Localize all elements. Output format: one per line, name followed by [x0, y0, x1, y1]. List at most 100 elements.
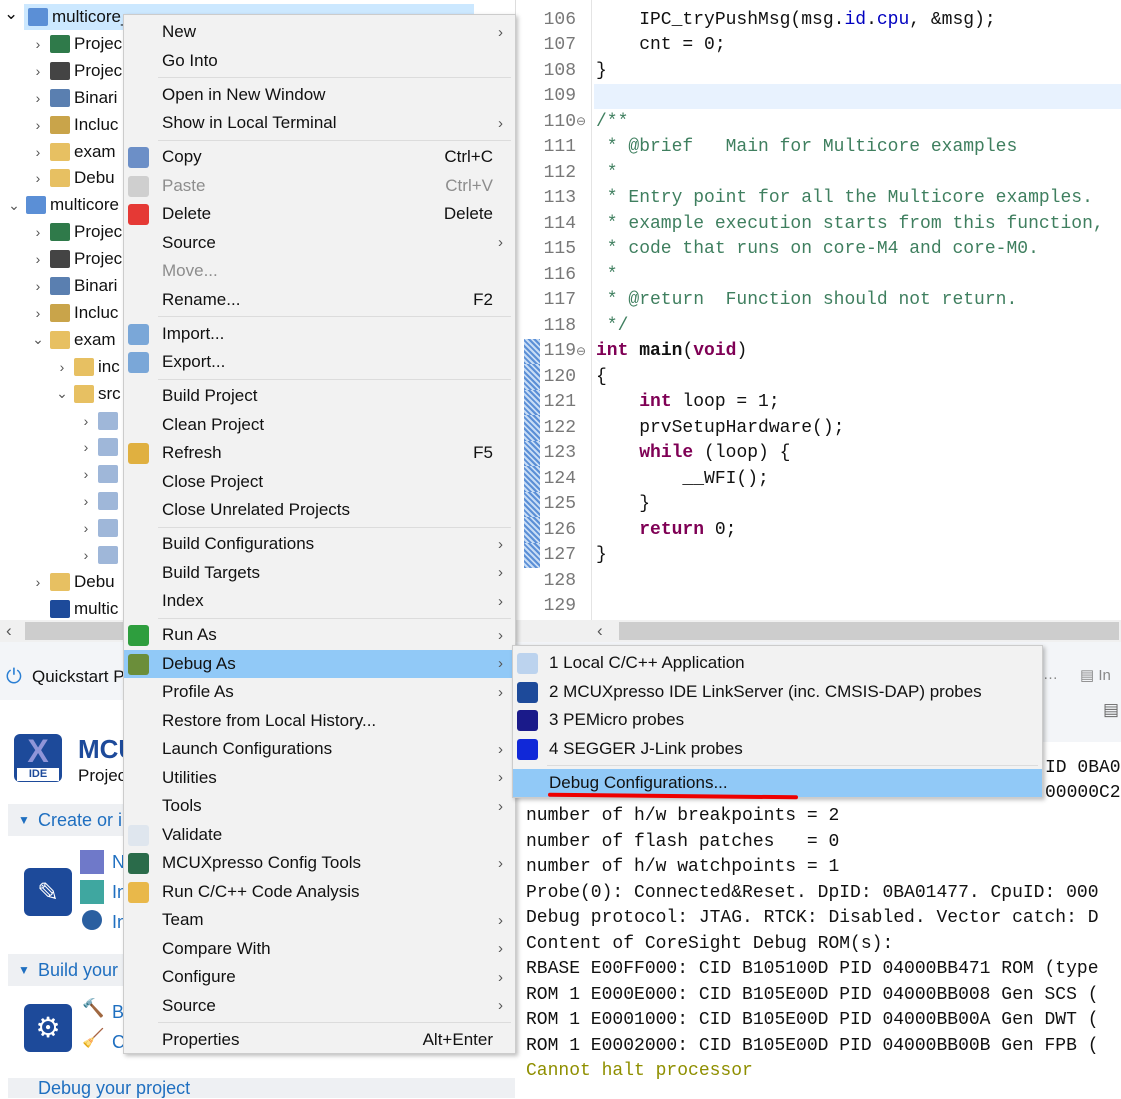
- menu-item-run-c-c-code-analysis[interactable]: Run C/C++ Code Analysis: [124, 878, 515, 907]
- menu-item-source[interactable]: Source ›: [124, 992, 515, 1021]
- chevron-right-icon[interactable]: ›: [78, 520, 94, 536]
- menu-item-tools[interactable]: Tools ›: [124, 792, 515, 821]
- code-line[interactable]: 115 * code that runs on core-M4 and core…: [516, 237, 1121, 263]
- chevron-right-icon[interactable]: ›: [30, 63, 46, 79]
- chevron-right-icon[interactable]: ›: [54, 359, 70, 375]
- menu-item-properties[interactable]: Properties Alt+Enter: [124, 1026, 515, 1055]
- code-editor[interactable]: 106 IPC_tryPushMsg(msg.id.cpu, &msg); 107…: [515, 0, 1121, 620]
- menu-item-rename[interactable]: Rename... F2: [124, 286, 515, 315]
- menu-item-launch-configurations[interactable]: Launch Configurations ›: [124, 735, 515, 764]
- chevron-right-icon[interactable]: ›: [30, 36, 46, 52]
- tree-item[interactable]: › Projec: [30, 219, 122, 245]
- menu-item-2-mcuxpresso-ide-linkserver-inc-cmsis-dap-probes[interactable]: 2 MCUXpresso IDE LinkServer (inc. CMSIS-…: [513, 678, 1042, 707]
- scroll-left-icon[interactable]: ‹: [597, 621, 603, 641]
- tree-item[interactable]: ⌄ multicore: [6, 192, 119, 218]
- menu-item-close-project[interactable]: Close Project: [124, 468, 515, 497]
- code-line[interactable]: 107 cnt = 0;: [516, 33, 1121, 59]
- code-line[interactable]: 120{: [516, 364, 1121, 390]
- code-line[interactable]: 106 IPC_tryPushMsg(msg.id.cpu, &msg);: [516, 7, 1121, 33]
- code-line[interactable]: 127}: [516, 542, 1121, 568]
- menu-item-configure[interactable]: Configure ›: [124, 963, 515, 992]
- code-line[interactable]: 109: [516, 83, 1121, 109]
- chevron-down-icon[interactable]: ⌄: [54, 385, 70, 402]
- tree-item[interactable]: › Binari: [30, 273, 117, 299]
- quickstart-tab[interactable]: Quickstart P: [32, 667, 125, 687]
- code-line[interactable]: 117 * @return Function should not return…: [516, 288, 1121, 314]
- chevron-right-icon[interactable]: ›: [30, 305, 46, 321]
- code-line[interactable]: 111 * @brief Main for Multicore examples: [516, 135, 1121, 161]
- code-line[interactable]: 112 *: [516, 160, 1121, 186]
- chevron-right-icon[interactable]: ›: [30, 170, 46, 186]
- chevron-right-icon[interactable]: ›: [30, 144, 46, 160]
- tree-item[interactable]: › Binari: [30, 85, 117, 111]
- chevron-right-icon[interactable]: ›: [78, 547, 94, 563]
- code-line[interactable]: 108}: [516, 58, 1121, 84]
- menu-item-validate[interactable]: Validate: [124, 821, 515, 850]
- chevron-right-icon[interactable]: ›: [78, 439, 94, 455]
- menu-item-import[interactable]: Import...: [124, 320, 515, 349]
- menu-item-build-configurations[interactable]: Build Configurations ›: [124, 530, 515, 559]
- memory-icon[interactable]: ▤ In: [1080, 666, 1111, 684]
- editor-horizontal-scrollbar[interactable]: ‹: [515, 620, 1121, 642]
- tree-item[interactable]: › inc: [54, 354, 120, 380]
- tree-item[interactable]: › Projec: [30, 58, 122, 84]
- tree-item[interactable]: ⌄ src: [54, 381, 121, 407]
- menu-item-mcuxpresso-config-tools[interactable]: MCUXpresso Config Tools ›: [124, 849, 515, 878]
- menu-item-close-unrelated-projects[interactable]: Close Unrelated Projects: [124, 496, 515, 525]
- code-line[interactable]: 129: [516, 594, 1121, 620]
- code-line[interactable]: 110 ⊖ /**: [516, 109, 1121, 135]
- tree-item[interactable]: ›: [78, 461, 122, 487]
- menu-item-compare-with[interactable]: Compare With ›: [124, 935, 515, 964]
- code-line[interactable]: 126 return 0;: [516, 517, 1121, 543]
- menu-item-refresh[interactable]: Refresh F5: [124, 439, 515, 468]
- menu-item-source[interactable]: Source ›: [124, 229, 515, 258]
- tree-item[interactable]: › exam: [30, 139, 116, 165]
- menu-item-restore-from-local-history[interactable]: Restore from Local History...: [124, 707, 515, 736]
- code-line[interactable]: 114 * example execution starts from this…: [516, 211, 1121, 237]
- chevron-right-icon[interactable]: ›: [78, 466, 94, 482]
- menu-item-copy[interactable]: Copy Ctrl+C: [124, 143, 515, 172]
- menu-item-clean-project[interactable]: Clean Project: [124, 411, 515, 440]
- tree-item[interactable]: ›: [78, 434, 122, 460]
- chevron-down-icon[interactable]: ⌄: [6, 197, 22, 214]
- tree-item[interactable]: ›: [78, 488, 122, 514]
- menu-item-4-segger-j-link-probes[interactable]: 4 SEGGER J-Link probes: [513, 735, 1042, 764]
- code-line[interactable]: 124 __WFI();: [516, 466, 1121, 492]
- chevron-right-icon[interactable]: ›: [30, 278, 46, 294]
- code-line[interactable]: 118 */: [516, 313, 1121, 339]
- fold-collapse-icon[interactable]: ⊖: [576, 114, 586, 129]
- chevron-right-icon[interactable]: ›: [30, 224, 46, 240]
- tree-item[interactable]: ⌄ exam: [30, 327, 116, 353]
- debug-section-header[interactable]: Debug your project: [8, 1078, 515, 1098]
- tree-item[interactable]: ›: [78, 515, 122, 541]
- menu-item-build-targets[interactable]: Build Targets ›: [124, 559, 515, 588]
- tree-item[interactable]: › Incluc: [30, 300, 118, 326]
- tree-item[interactable]: › Projec: [30, 246, 122, 272]
- tree-item[interactable]: › Projec: [30, 31, 122, 57]
- menu-item-build-project[interactable]: Build Project: [124, 382, 515, 411]
- menu-item-export[interactable]: Export...: [124, 348, 515, 377]
- menu-item-1-local-c-c-application[interactable]: 1 Local C/C++ Application: [513, 649, 1042, 678]
- code-line[interactable]: 125 }: [516, 491, 1121, 517]
- menu-item-run-as[interactable]: Run As ›: [124, 621, 515, 650]
- chevron-right-icon[interactable]: ›: [30, 574, 46, 590]
- code-line[interactable]: 121 int loop = 1;: [516, 389, 1121, 415]
- code-line[interactable]: 119 ⊖ int main(void): [516, 338, 1121, 364]
- menu-item-paste[interactable]: Paste Ctrl+V: [124, 172, 515, 201]
- menu-item-utilities[interactable]: Utilities ›: [124, 764, 515, 793]
- chevron-right-icon[interactable]: ›: [78, 493, 94, 509]
- menu-item-3-pemicro-probes[interactable]: 3 PEMicro probes: [513, 706, 1042, 735]
- fold-collapse-icon[interactable]: ⊖: [576, 344, 586, 359]
- tree-item[interactable]: multic: [30, 596, 118, 620]
- scrollbar-thumb[interactable]: [619, 622, 1119, 640]
- tree-item[interactable]: ›: [78, 408, 122, 434]
- code-line[interactable]: 116 *: [516, 262, 1121, 288]
- code-line[interactable]: 122 prvSetupHardware();: [516, 415, 1121, 441]
- chevron-down-icon[interactable]: ⌄: [4, 4, 18, 24]
- chevron-right-icon[interactable]: ›: [30, 90, 46, 106]
- tree-item[interactable]: › Incluc: [30, 112, 118, 138]
- menu-item-show-in-local-terminal[interactable]: Show in Local Terminal ›: [124, 109, 515, 138]
- tree-item[interactable]: › Debu: [30, 569, 115, 595]
- chevron-right-icon[interactable]: ›: [78, 413, 94, 429]
- chevron-down-icon[interactable]: ⌄: [30, 331, 46, 348]
